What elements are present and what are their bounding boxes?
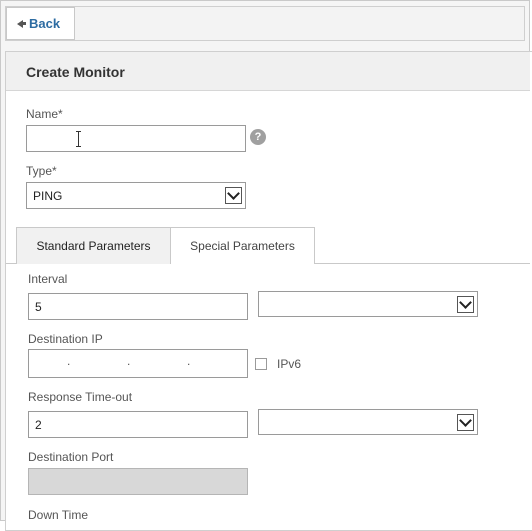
destination-ip-input[interactable]: . . . <box>28 349 248 378</box>
ip-separator: . <box>187 354 191 368</box>
ipv6-checkbox[interactable] <box>255 358 267 370</box>
top-toolbar <box>5 6 525 41</box>
response-timeout-input[interactable]: 2 <box>28 411 248 438</box>
type-label: Type* <box>26 164 57 178</box>
chevron-down-icon[interactable] <box>457 413 474 431</box>
response-timeout-unit-select[interactable] <box>258 409 478 435</box>
type-select[interactable]: PING <box>26 182 246 209</box>
back-button[interactable]: Back <box>6 7 75 40</box>
arrow-left-icon <box>17 19 26 28</box>
destination-port-input <box>28 468 248 495</box>
chevron-down-icon[interactable] <box>225 187 242 204</box>
response-timeout-label: Response Time-out <box>28 390 133 404</box>
ip-separator: . <box>67 354 71 368</box>
back-button-label: Back <box>29 16 61 31</box>
chevron-down-icon[interactable] <box>457 295 474 313</box>
name-input[interactable] <box>26 125 246 152</box>
tab-standard-parameters[interactable]: Standard Parameters <box>16 227 171 264</box>
destination-port-label: Destination Port <box>28 450 114 464</box>
destination-ip-label: Destination IP <box>28 332 103 346</box>
page-title: Create Monitor <box>26 64 125 80</box>
tab-divider <box>315 263 530 264</box>
ipv6-label: IPv6 <box>277 357 302 371</box>
down-time-label: Down Time <box>28 508 89 522</box>
name-label: Name* <box>26 107 63 121</box>
help-icon[interactable]: ? <box>250 129 266 145</box>
type-select-value: PING <box>33 188 63 203</box>
tab-special-parameters[interactable]: Special Parameters <box>170 227 315 264</box>
tab-divider <box>6 263 16 264</box>
interval-input[interactable]: 5 <box>28 293 248 320</box>
interval-label: Interval <box>28 272 68 286</box>
interval-unit-select[interactable] <box>258 291 478 317</box>
text-cursor-icon <box>76 131 82 147</box>
ip-separator: . <box>127 354 131 368</box>
